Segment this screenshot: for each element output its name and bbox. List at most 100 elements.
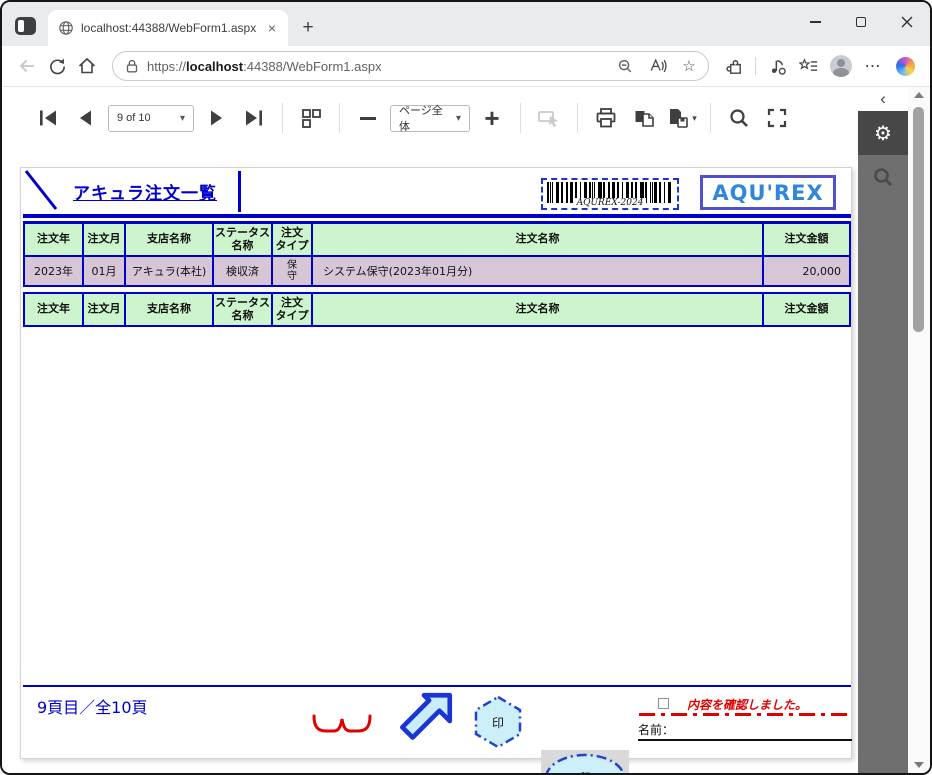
browser-window: localhost:44388/WebForm1.aspx × + [0,0,932,775]
read-aloud-button[interactable] [644,53,670,79]
toolbar-separator [520,103,521,133]
settings-more-button[interactable]: ⋯ [858,51,888,81]
side-panel-strip: ⚙ [858,111,908,773]
footer-rule [23,685,851,687]
search-panel-button[interactable] [858,155,908,199]
col-header-order-name: 注文名称 [313,294,764,325]
url-host: localhost [186,59,243,74]
caret-down-icon: ▾ [180,113,185,124]
side-panel: ‹ ⚙ [858,87,908,773]
export-save-icon [667,107,690,129]
home-button[interactable] [72,51,102,81]
profile-button[interactable] [826,51,856,81]
tab-close-icon[interactable]: × [264,20,280,36]
logo-text: AQU'REX [712,181,823,205]
stamp-label: 印 [541,750,629,773]
previous-page-button[interactable] [70,102,102,134]
hexagon-stamp: 印 [471,694,525,750]
close-icon [901,16,913,28]
maximize-button[interactable] [838,2,884,42]
order-table: 注文年 注文月 支店名称 ステータス 名称 注文 タイプ 注文名称 注文金額 2… [23,222,851,287]
puzzle-icon [725,57,744,76]
address-bar[interactable]: https://localhost:44388/WebForm1.aspx ☆ [112,51,709,81]
minimize-button[interactable] [792,2,838,42]
zoom-in-button[interactable]: + [476,102,508,134]
confirm-checkbox [658,698,669,709]
toolbar-separator [339,103,340,133]
zoom-level-combo[interactable]: ページ全体 ▾ [390,105,470,132]
browser-tab[interactable]: localhost:44388/WebForm1.aspx × [48,10,288,46]
report-viewer: 9 of 10 ▾ [2,87,858,773]
print-page-button[interactable] [628,102,660,134]
col-header-status: ステータス 名称 [214,294,273,325]
avatar [830,55,852,77]
export-save-button[interactable]: ▾ [666,102,698,134]
scrollbar-thumb[interactable] [913,107,924,332]
col-header-order-name: 注文名称 [313,224,764,255]
url-text: https://localhost:44388/WebForm1.aspx [147,59,606,74]
multi-page-view-icon [300,107,322,129]
back-button[interactable] [12,51,42,81]
toolbar-separator [577,103,578,133]
maximize-icon [856,17,866,27]
new-tab-button[interactable]: + [294,14,322,42]
media-controls-button[interactable] [762,51,792,81]
favorite-star-button[interactable]: ☆ [676,53,702,79]
copilot-button[interactable] [890,51,920,81]
cell-branch: アキュラ(本社) [126,257,214,285]
navbar-right-actions: ⋯ [719,51,920,81]
star-icon: ☆ [682,57,695,75]
page-count-label: 9頁目／全10頁 [37,694,148,718]
minimize-icon [810,21,821,23]
close-button[interactable] [884,2,930,42]
last-page-button[interactable] [238,102,270,134]
col-header-branch: 支店名称 [126,224,214,255]
search-button[interactable] [723,102,755,134]
zoom-page-button[interactable] [612,53,638,79]
refresh-icon [48,57,67,76]
page-number-value: 9 of 10 [117,112,151,124]
company-logo: AQU'REX [700,175,836,210]
zoom-level-value: ページ全体 [399,102,446,134]
name-underline [638,739,852,741]
toolbar-separator [282,103,283,133]
first-page-icon [37,108,59,128]
more-icon: ⋯ [865,56,882,76]
first-page-button[interactable] [32,102,64,134]
ellipse-stamp-panel: 印 [541,750,629,773]
music-note-icon [768,57,787,76]
header-diagonal-line [23,168,59,212]
print-button[interactable] [590,102,622,134]
favorites-bar-button[interactable] [794,51,824,81]
cell-amount: 20,000 [764,257,849,285]
settings-panel-button[interactable]: ⚙ [858,111,908,155]
plus-icon: + [484,105,499,131]
view-mode-button[interactable] [295,102,327,134]
col-header-order-year: 注文年 [25,224,84,255]
fullscreen-button[interactable] [761,102,793,134]
viewer-toolbar: 9 of 10 ▾ [2,87,858,149]
scroll-up-button[interactable] [908,87,930,103]
print-icon [595,107,617,129]
cell-order-month: 01月 [84,257,126,285]
col-header-order-month: 注文月 [84,294,126,325]
navbar-divider [755,57,756,75]
tab-actions-button[interactable] [15,17,36,35]
caret-down-icon: ▾ [692,113,697,124]
cell-order-type: 保守 [273,257,313,285]
cell-order-year: 2023年 [25,257,84,285]
next-page-button[interactable] [200,102,232,134]
home-icon [77,56,97,76]
scrollbar-track[interactable] [908,103,930,757]
globe-icon [58,20,74,36]
page-number-combo[interactable]: 9 of 10 ▾ [108,105,194,132]
zoom-out-button[interactable] [352,102,384,134]
toolbar-separator [710,103,711,133]
order-table-footer-header: 注文年 注文月 支店名称 ステータス 名称 注文 タイプ 注文名称 注文金額 [23,292,851,327]
header-vertical-line [238,171,241,212]
barcode-label: AQUREX-2024 [543,198,677,208]
extensions-button[interactable] [719,51,749,81]
scroll-down-button[interactable] [908,757,930,773]
collapse-panel-button[interactable]: ‹ [858,87,908,111]
refresh-button[interactable] [42,51,72,81]
